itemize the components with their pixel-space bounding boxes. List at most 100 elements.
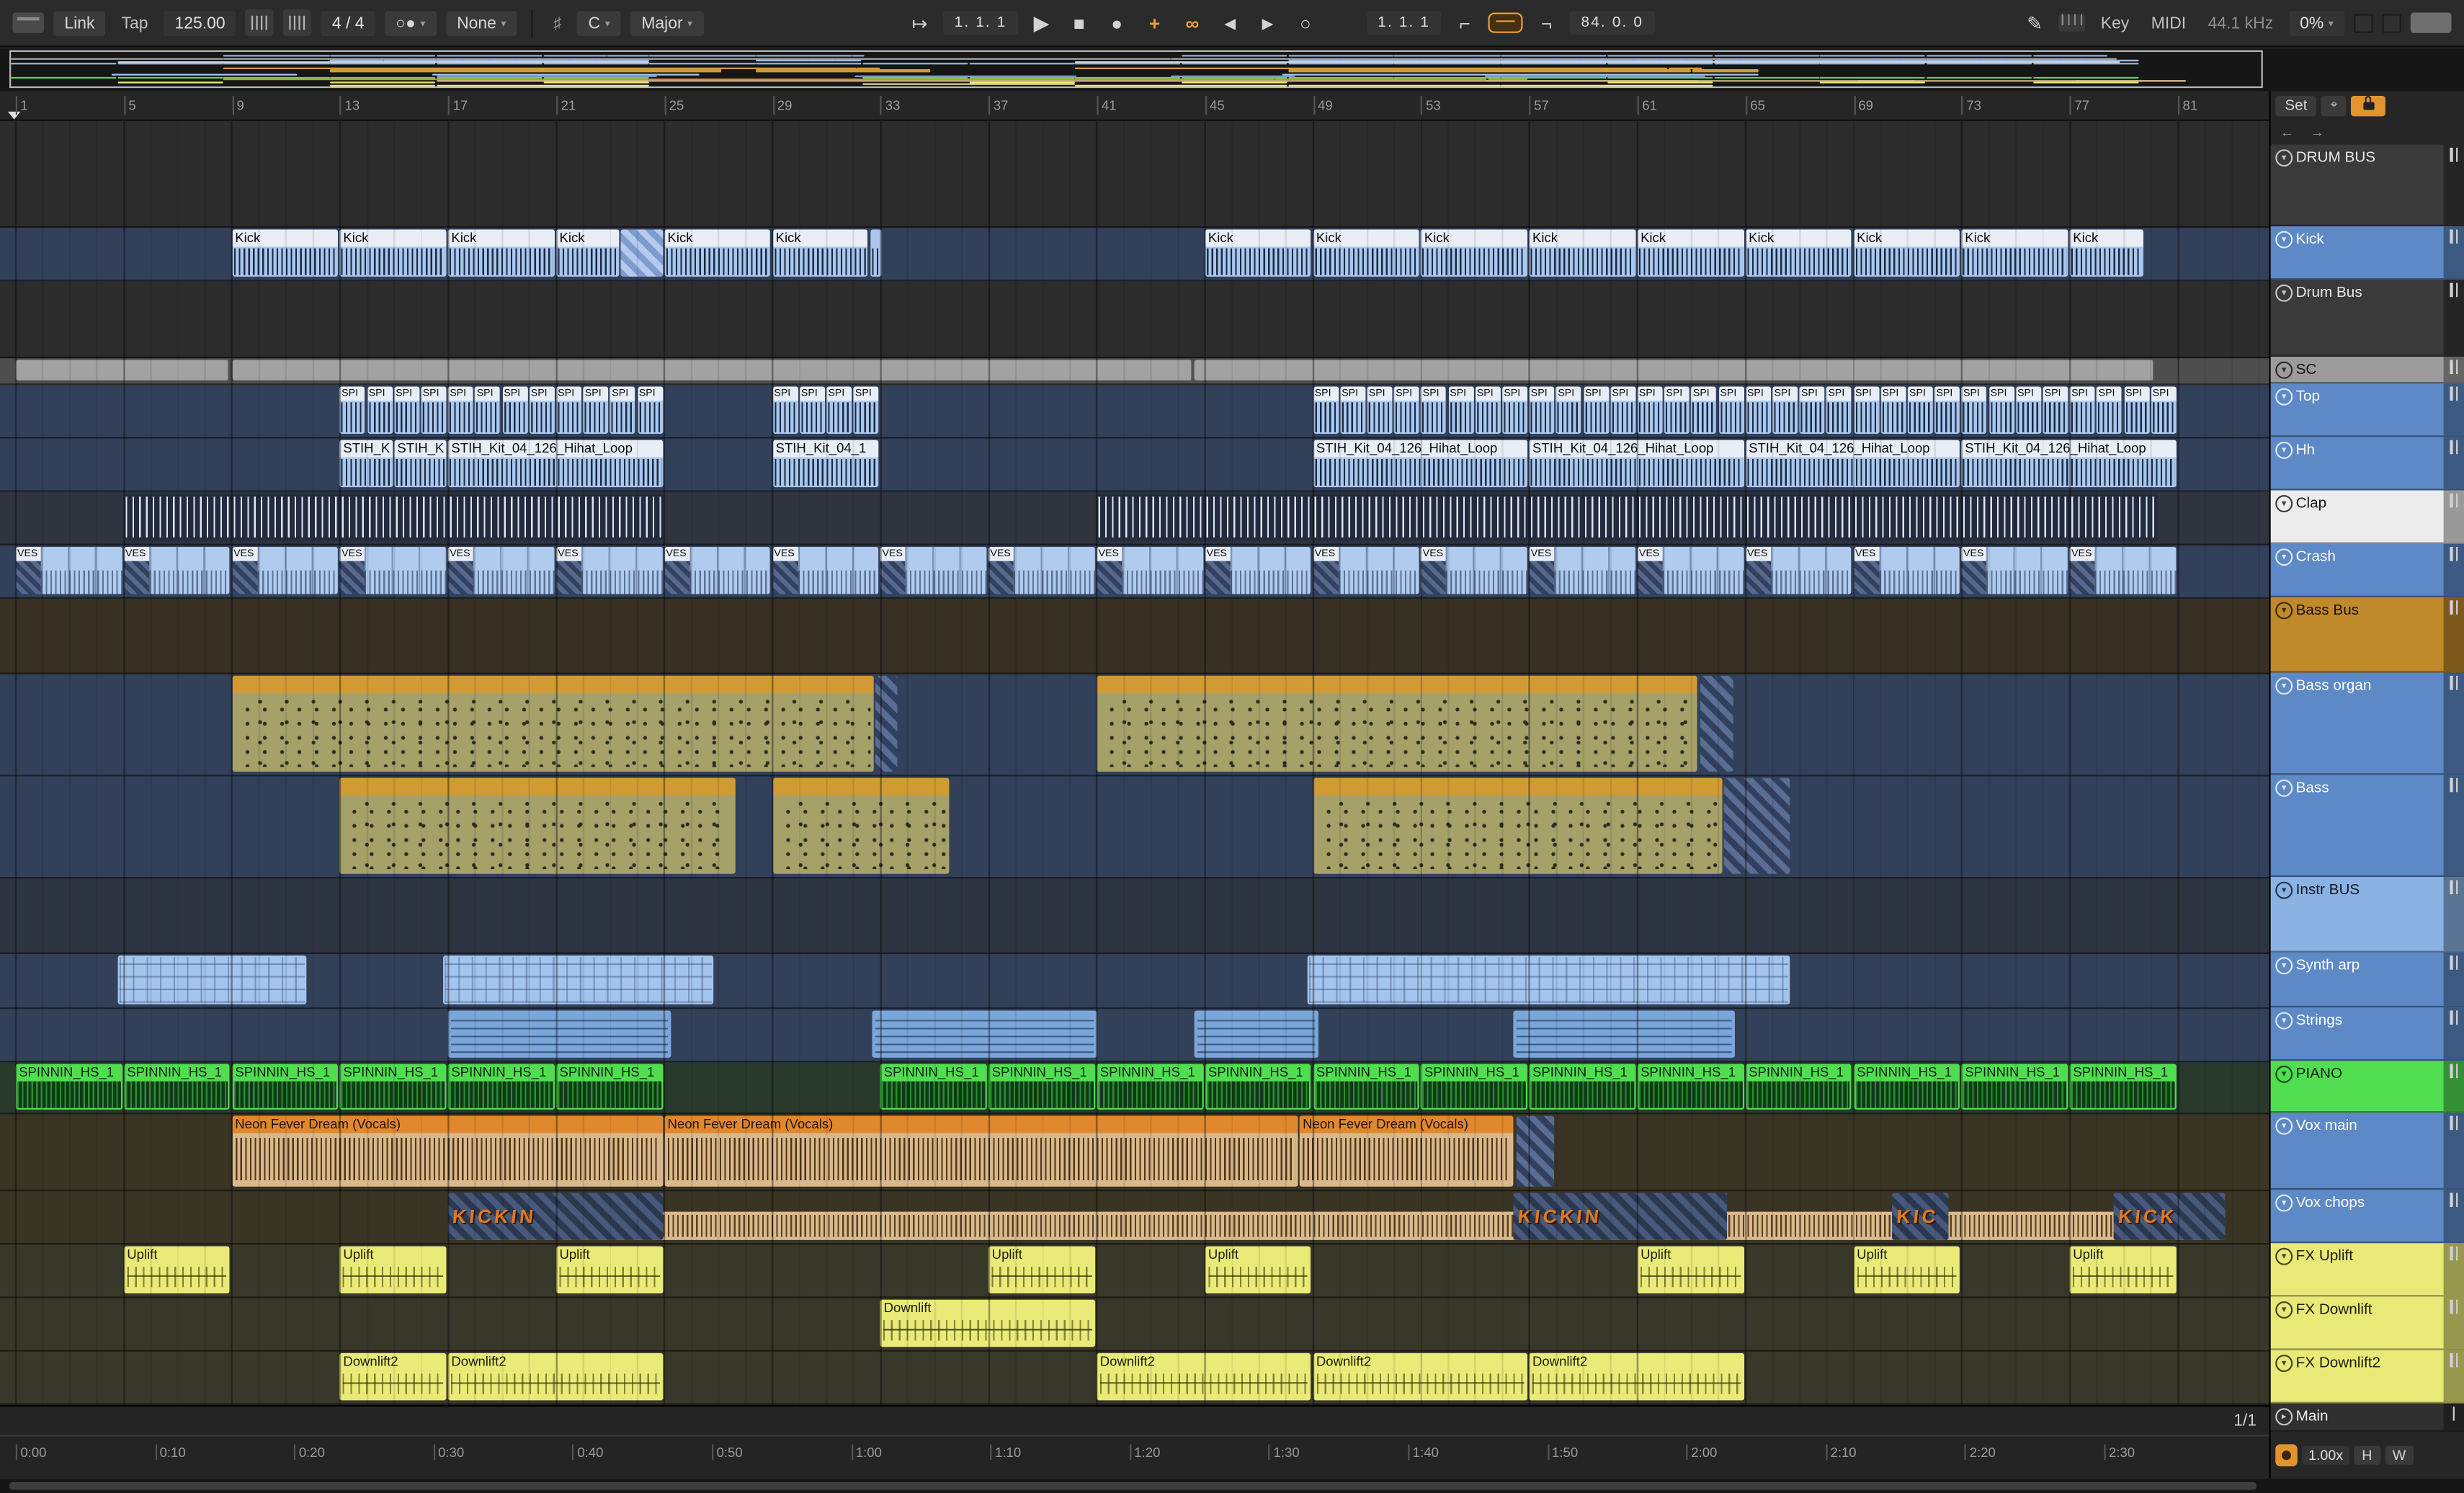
clip-bass-organ[interactable] [1700, 675, 1733, 772]
loop-length-field[interactable]: 84. 0. 0 [1570, 11, 1655, 35]
clip-bass-organ[interactable] [1097, 675, 1698, 772]
track-header-vox-main[interactable]: ▾ Vox main [2270, 1113, 2464, 1190]
clip-piano[interactable]: SPINNIN_HS_1 [556, 1064, 663, 1110]
track-lane-bass-organ[interactable] [0, 674, 2269, 777]
nudge-down-button[interactable] [245, 9, 274, 37]
lock-envelopes-button[interactable] [2351, 94, 2386, 116]
track-lane-sc[interactable] [0, 358, 2269, 385]
clip-piano[interactable]: SPINNIN_HS_1 [448, 1064, 555, 1110]
scale-name-select[interactable]: Major ▾ [630, 10, 704, 36]
track-fold-icon[interactable]: ▾ [2275, 1247, 2293, 1265]
clip-bass[interactable] [339, 777, 736, 874]
clip-kick[interactable]: Kick [1313, 229, 1419, 277]
clip-crash[interactable]: VES [1421, 547, 1527, 594]
clip-fx-uplift[interactable]: Uplift [339, 1246, 447, 1294]
clip-synth-arp[interactable] [1308, 955, 1790, 1004]
arrangement-position-field[interactable]: 1. 1. 1 [943, 11, 1018, 35]
clip-hh[interactable]: STIH_K [394, 440, 447, 488]
track-header-sc[interactable]: ▾ SC [2270, 357, 2464, 384]
clip-kick[interactable]: Kick [1421, 229, 1527, 277]
clip-crash[interactable]: VES [1097, 547, 1202, 594]
horizontal-scrollbar[interactable] [0, 1479, 2464, 1493]
track-lane-fx-downlift[interactable]: Downlift [0, 1298, 2269, 1352]
clip-strings[interactable] [1194, 1010, 1319, 1058]
tap-tempo-button[interactable]: Tap [115, 10, 154, 35]
clip-kick[interactable]: Kick [1529, 229, 1636, 277]
clip-crash[interactable]: VES [1853, 547, 1960, 594]
clip-top[interactable]: SPI [1367, 386, 1393, 434]
track-header-clap[interactable]: ▾ Clap [2270, 490, 2464, 544]
clip-top[interactable]: SPI [1340, 386, 1365, 434]
track-header-synth-arp[interactable]: ▾ Synth arp [2270, 952, 2464, 1008]
link-button[interactable]: Link [53, 10, 106, 36]
record-button[interactable]: ● [1103, 9, 1131, 37]
group-fold-icon[interactable]: ▾ [2275, 881, 2293, 899]
clip-piano[interactable]: SPINNIN_HS_1 [1961, 1064, 2068, 1110]
track-header-main[interactable]: ▸ Main [2270, 1403, 2464, 1432]
clip-top[interactable]: SPI [448, 386, 473, 434]
track-lane-top[interactable]: SPI SPI SPI SPI SPI SPI SPI SPI SPI SPI SPI SPI SPI S… [0, 385, 2269, 439]
clip-top[interactable]: SPI [475, 386, 501, 434]
track-fold-icon[interactable]: ▾ [2275, 1194, 2293, 1212]
clip-crash[interactable]: VES [880, 547, 986, 594]
clip-bass[interactable] [1723, 777, 1790, 874]
clip-strings[interactable] [1513, 1010, 1736, 1058]
overview-zoom-box[interactable] [9, 50, 2263, 89]
clip-synth-arp[interactable] [442, 955, 714, 1004]
clip-hh[interactable]: STIH_Kit_04_126_Hihat_Loop [448, 440, 663, 488]
track-header-instr-bus[interactable]: ▾ Instr BUS [2270, 877, 2464, 953]
clip-hh[interactable]: STIH_Kit_04_126_Hihat_Loop [1313, 440, 1527, 488]
clip-hh[interactable]: STIH_K [339, 440, 393, 488]
clip-strings[interactable] [448, 1010, 671, 1058]
clip-piano[interactable]: SPINNIN_HS_1 [1421, 1064, 1527, 1110]
clip-bass[interactable] [772, 777, 950, 874]
clip-fx-downlift2[interactable]: Downlift2 [339, 1352, 447, 1401]
clip-crash[interactable]: VES [1745, 547, 1852, 594]
clip-crash[interactable]: VES [1205, 547, 1311, 594]
punch-out-button[interactable]: ¬ [1532, 9, 1561, 37]
main-play-icon[interactable]: ▸ [2275, 1408, 2293, 1426]
zoom-height-button[interactable]: H [2354, 1445, 2380, 1465]
clip-piano[interactable]: SPINNIN_HS_1 [2069, 1064, 2177, 1110]
clip-kick[interactable]: Kick [231, 229, 339, 277]
capture-midi-button[interactable]: ○ [1291, 9, 1319, 37]
clip-top[interactable]: SPI [1637, 386, 1663, 434]
clip-vox-chops[interactable]: KICKIN [448, 1193, 663, 1240]
track-fold-icon[interactable]: ▾ [2275, 1301, 2293, 1319]
midi-map-button[interactable]: MIDI [2145, 10, 2192, 35]
clip-clap[interactable] [123, 493, 663, 541]
track-lane-fx-downlift2[interactable]: Downlift2 Downlift2 Downlift2 Downlift2 Down… [0, 1351, 2269, 1405]
clip-top[interactable]: SPI [502, 386, 527, 434]
clip-top[interactable]: SPI [529, 386, 555, 434]
clip-fx-uplift[interactable]: Uplift [2069, 1246, 2177, 1294]
clip-crash[interactable]: VES [1637, 547, 1744, 594]
clip-vox-main[interactable]: Neon Fever Dream (Vocals) [231, 1115, 663, 1187]
key-map-button[interactable]: Key [2094, 10, 2135, 35]
zoom-width-button[interactable]: W [2384, 1445, 2414, 1465]
clip-kick[interactable]: Kick [448, 229, 555, 277]
clip-sc[interactable] [231, 360, 1192, 380]
track-lane-strings[interactable] [0, 1009, 2269, 1063]
clip-crash[interactable]: VES [1961, 547, 2068, 594]
clip-crash[interactable]: VES [448, 547, 554, 594]
track-lane-vox-chops[interactable]: KICKIN KICKIN KIC KICK [0, 1191, 2269, 1245]
back-icon[interactable]: ← [2280, 124, 2295, 140]
scrollbar-handle[interactable] [9, 1481, 2257, 1490]
clip-piano[interactable]: SPINNIN_HS_1 [988, 1064, 1095, 1110]
clip-top[interactable]: SPI [637, 386, 663, 434]
time-signature-field[interactable]: 4 / 4 [321, 10, 375, 36]
clip-top[interactable]: SPI [772, 386, 798, 434]
clip-top[interactable]: SPI [2097, 386, 2122, 434]
clip-sc[interactable] [1194, 360, 2155, 380]
back-to-arrangement-icon[interactable]: ◄ [1216, 9, 1244, 37]
track-fold-icon[interactable]: ▾ [2275, 677, 2293, 695]
computer-midi-keyboard-button[interactable] [2058, 14, 2085, 32]
clip-top[interactable]: SPI [1961, 386, 1987, 434]
clip-hh[interactable]: STIH_Kit_04_126_Hihat_Loop [1529, 440, 1744, 488]
clip-crash[interactable]: VES [988, 547, 1094, 594]
track-header-bass-organ[interactable]: ▾ Bass organ [2270, 672, 2464, 775]
clip-top[interactable]: SPI [1934, 386, 1960, 434]
track-header-piano[interactable]: ▾ PIANO [2270, 1061, 2464, 1113]
group-fold-icon[interactable]: ▾ [2275, 149, 2293, 167]
track-lane-synth-arp[interactable] [0, 953, 2269, 1010]
